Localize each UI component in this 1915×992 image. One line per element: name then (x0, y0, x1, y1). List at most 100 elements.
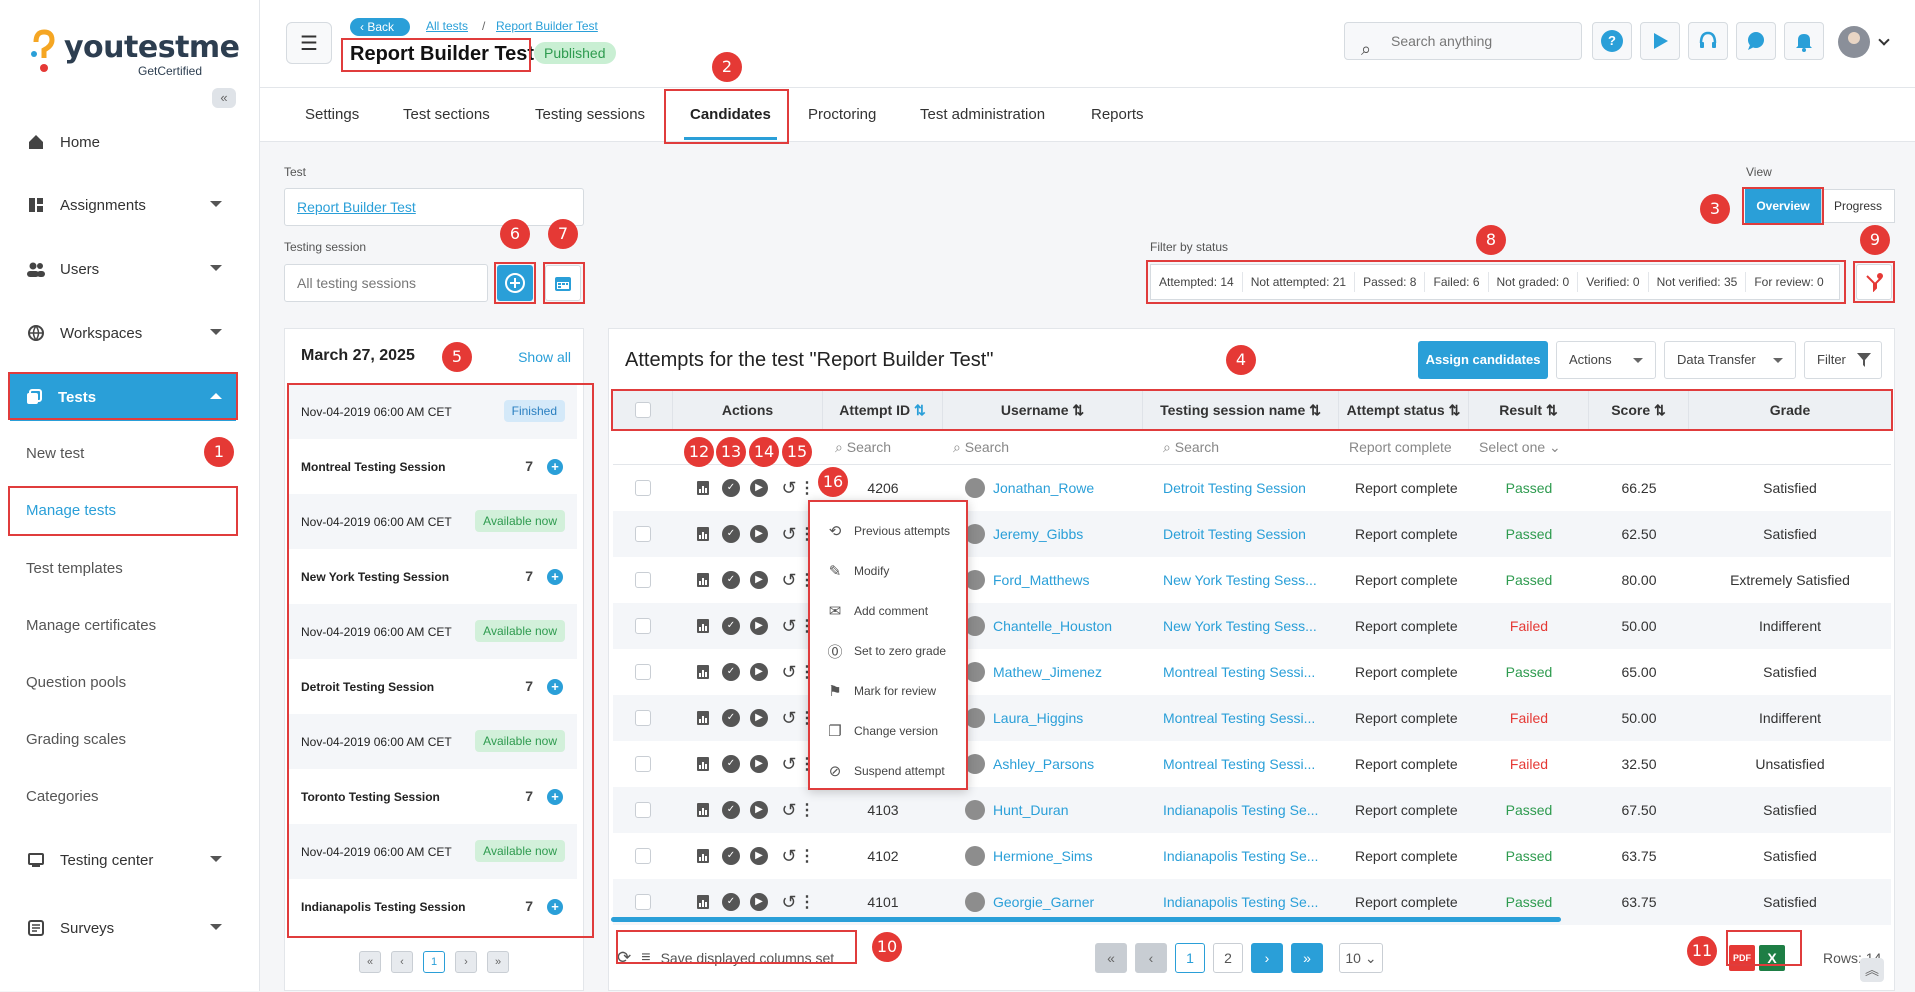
more-options-icon[interactable]: ⋮ (797, 846, 817, 866)
sidebar-item-workspaces[interactable]: Workspaces (0, 309, 260, 357)
sidebar-sub-manage-tests[interactable]: Manage tests (26, 502, 116, 519)
notifications-button[interactable] (1784, 22, 1824, 60)
page-2-button[interactable]: 2 (1213, 943, 1243, 973)
retake-icon[interactable]: ↺ (779, 800, 799, 820)
username-link[interactable]: Chantelle_Houston (993, 603, 1143, 649)
session-link[interactable]: Montreal Testing Sessi... (1163, 741, 1333, 787)
session-row[interactable]: Montreal Testing Session 7 + (289, 439, 577, 494)
more-options-icon[interactable]: ⋮ (797, 800, 817, 820)
save-columns-button[interactable]: ⟳ ≡ Save displayed columns set (617, 943, 857, 973)
test-field[interactable]: Report Builder Test (284, 188, 584, 226)
row-checkbox[interactable] (635, 618, 651, 634)
username-link[interactable]: Ashley_Parsons (993, 741, 1143, 787)
check-icon[interactable]: ✓ (721, 892, 741, 912)
menu-change-version[interactable]: ❐ Change version (824, 716, 938, 746)
status-not-graded[interactable]: Not graded: 0 (1489, 272, 1579, 292)
play-icon[interactable]: ▶ (749, 846, 769, 866)
menu-set-zero-grade[interactable]: ⓪ Set to zero grade (824, 636, 946, 666)
row-checkbox[interactable] (635, 710, 651, 726)
session-row[interactable]: Indianapolis Testing Session 7 + (289, 879, 577, 934)
page-size-select[interactable]: 10 ⌄ (1339, 943, 1383, 973)
retake-icon[interactable]: ↺ (779, 892, 799, 912)
sidebar-item-tests[interactable]: Tests (10, 373, 236, 421)
select-all-checkbox[interactable] (635, 402, 651, 418)
tab-proctoring[interactable]: Proctoring (808, 88, 876, 142)
retake-icon[interactable]: ↺ (779, 754, 799, 774)
retake-icon[interactable]: ↺ (779, 570, 799, 590)
retake-icon[interactable]: ↺ (779, 662, 799, 682)
report-icon[interactable] (693, 524, 713, 544)
sidebar-sub-categories[interactable]: Categories (26, 788, 99, 805)
sidebar-item-surveys[interactable]: Surveys (0, 904, 260, 952)
report-icon[interactable] (693, 616, 713, 636)
page-1-button[interactable]: 1 (1175, 943, 1205, 973)
table-row[interactable]: ✓▶↺⋮4203Chantelle_HoustonNew York Testin… (613, 603, 1891, 649)
support-button[interactable] (1688, 22, 1728, 60)
play-icon[interactable]: ▶ (749, 708, 769, 728)
view-overview-button[interactable]: Overview (1745, 189, 1821, 223)
breadcrumb-all-tests[interactable]: All tests (426, 19, 468, 33)
report-icon[interactable] (693, 754, 713, 774)
play-icon[interactable]: ▶ (749, 892, 769, 912)
global-search-input[interactable]: ⌕ Search anything (1344, 22, 1582, 60)
session-row[interactable]: Toronto Testing Session 7 + (289, 769, 577, 824)
prev-page-button[interactable]: ‹ (391, 951, 413, 973)
play-icon[interactable]: ▶ (749, 800, 769, 820)
tab-candidates[interactable]: Candidates (684, 88, 777, 142)
row-checkbox[interactable] (635, 480, 651, 496)
username-link[interactable]: Hunt_Duran (993, 787, 1143, 833)
chat-button[interactable] (1736, 22, 1776, 60)
session-row[interactable]: Detroit Testing Session 7 + (289, 659, 577, 714)
status-verified[interactable]: Verified: 0 (1578, 272, 1649, 292)
actions-dropdown[interactable]: Actions (1556, 341, 1656, 379)
last-page-button[interactable]: » (1291, 943, 1323, 973)
retake-icon[interactable]: ↺ (779, 524, 799, 544)
report-icon[interactable] (693, 708, 713, 728)
retake-icon[interactable]: ↺ (779, 846, 799, 866)
check-icon[interactable]: ✓ (721, 616, 741, 636)
row-checkbox[interactable] (635, 848, 651, 864)
col-session-name[interactable]: Testing session name ⇅ (1143, 391, 1339, 429)
check-icon[interactable]: ✓ (721, 846, 741, 866)
session-row[interactable]: New York Testing Session 7 + (289, 549, 577, 604)
last-page-button[interactable]: » (487, 951, 509, 973)
session-link[interactable]: Montreal Testing Sessi... (1163, 695, 1333, 741)
view-progress-button[interactable]: Progress (1821, 189, 1895, 223)
table-row[interactable]: ✓▶↺⋮4204Ford_MatthewsNew York Testing Se… (613, 557, 1891, 603)
menu-suspend-attempt[interactable]: ⊘ Suspend attempt (824, 756, 945, 786)
session-time-row[interactable]: Nov-04-2019 06:00 AM CET Available now (289, 714, 577, 769)
play-icon[interactable]: ▶ (749, 662, 769, 682)
plus-icon[interactable]: + (547, 569, 563, 585)
attempt-id-search[interactable]: ⌕ Search (835, 435, 935, 459)
retake-icon[interactable]: ↺ (779, 708, 799, 728)
plus-icon[interactable]: + (547, 679, 563, 695)
row-checkbox[interactable] (635, 572, 651, 588)
row-checkbox[interactable] (635, 802, 651, 818)
menu-toggle-button[interactable]: ☰ (286, 22, 332, 64)
tab-test-administration[interactable]: Test administration (920, 88, 1045, 142)
status-not-attempted[interactable]: Not attempted: 21 (1243, 272, 1356, 292)
row-checkbox[interactable] (635, 526, 651, 542)
session-time-row[interactable]: Nov-04-2019 06:00 AM CET Available now (289, 494, 577, 549)
sidebar-item-assignments[interactable]: Assignments (0, 181, 260, 229)
username-link[interactable]: Ford_Matthews (993, 557, 1143, 603)
table-row[interactable]: ✓▶↺⋮4205Jeremy_GibbsDetroit Testing Sess… (613, 511, 1891, 557)
report-icon[interactable] (693, 662, 713, 682)
sidebar-sub-test-templates[interactable]: Test templates (26, 560, 123, 577)
table-row[interactable]: ✓ ▶ ↺ ⋮ 4206 Jonathan_Rowe Detroit Testing Ses… (613, 465, 1891, 511)
table-row[interactable]: ✓▶↺⋮4104Ashley_ParsonsMontreal Testing S… (613, 741, 1891, 787)
username-link[interactable]: Jonathan_Rowe (993, 465, 1143, 511)
more-options-icon[interactable]: ⋮ (797, 892, 817, 912)
add-session-button[interactable] (497, 265, 533, 301)
status-for-review[interactable]: For review: 0 (1746, 272, 1831, 292)
session-time-row[interactable]: Nov-04-2019 06:00 AM CET Finished (289, 384, 577, 439)
play-icon[interactable]: ▶ (749, 616, 769, 636)
back-button[interactable]: ‹ Back (350, 18, 410, 36)
check-icon[interactable]: ✓ (721, 478, 741, 498)
col-attempt-status[interactable]: Attempt status ⇅ (1339, 391, 1469, 429)
col-attempt-id[interactable]: Attempt ID ⇅ (823, 391, 943, 429)
first-page-button[interactable]: « (359, 951, 381, 973)
clear-filters-button[interactable] (1856, 264, 1892, 300)
menu-previous-attempts[interactable]: ⟲ Previous attempts (824, 516, 950, 546)
table-row[interactable]: ✓ ▶ ↺ ⋮ 4102 Hermione_Sims Indianapolis Testin… (613, 833, 1891, 879)
